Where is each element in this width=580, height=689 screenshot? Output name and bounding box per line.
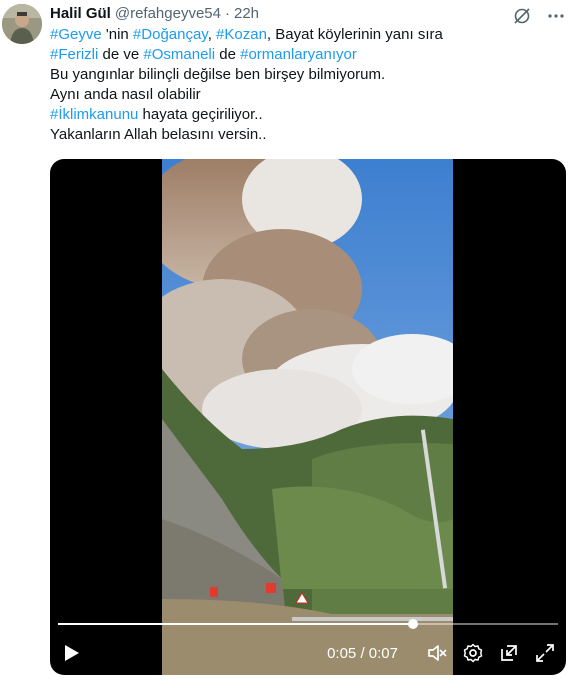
hashtag-link[interactable]: #İklimkanunu	[50, 106, 138, 123]
tweet-line: Yakanların Allah belasını versin..	[50, 125, 565, 145]
current-time: 0:05	[327, 644, 357, 662]
video-timer: 0:05 / 0:07	[327, 645, 398, 662]
tweet-line: Aynı anda nasıl olabilir	[50, 85, 565, 105]
hashtag-link[interactable]: #Kozan	[216, 26, 267, 43]
tweet-text-segment: ,	[207, 26, 217, 43]
hashtag-link[interactable]: #Geyve	[50, 26, 102, 43]
video-player[interactable]: 0:05 / 0:07	[50, 159, 566, 675]
tweet-text-segment: de	[215, 46, 241, 63]
video-progress-bar[interactable]	[58, 619, 558, 629]
hashtag-link[interactable]: #Doğançay	[133, 26, 208, 43]
duration: 0:07	[368, 644, 398, 662]
avatar[interactable]	[2, 4, 42, 44]
hashtag-link[interactable]: #Osmaneli	[143, 46, 215, 63]
tweet-line: Bu yangınlar bilinçli değilse ben birşey…	[50, 65, 565, 85]
pop-out-icon[interactable]	[498, 642, 520, 664]
video-progress-fill	[58, 623, 413, 625]
author-handle[interactable]: @refahgeyve54	[115, 4, 221, 24]
tweet-text-segment: de ve	[98, 46, 144, 63]
tweet-header: Halil Gül @refahgeyve54 · 22h	[50, 4, 259, 24]
video-controls: 0:05 / 0:07	[50, 631, 566, 675]
play-icon[interactable]	[60, 641, 84, 665]
tweet-line: #Ferizli de ve #Osmaneli de #ormanlaryan…	[50, 45, 565, 65]
hashtag-link[interactable]: #Ferizli	[50, 46, 98, 63]
tweet-actions-top	[512, 6, 566, 26]
video-progress-handle[interactable]	[408, 619, 418, 629]
author-name[interactable]: Halil Gül	[50, 4, 111, 24]
settings-icon[interactable]	[462, 642, 484, 664]
tweet-text-segment: 'nin	[101, 26, 133, 43]
post-time[interactable]: 22h	[234, 4, 259, 24]
tweet-line: #İklimkanunu hayata geçiriliyor..	[50, 105, 565, 125]
video-frame[interactable]	[162, 159, 453, 675]
tweet-text-segment: Aynı anda nasıl olabilir	[50, 86, 201, 103]
mute-icon[interactable]	[426, 642, 448, 664]
time-separator: /	[356, 644, 369, 662]
separator-dot: ·	[224, 5, 230, 22]
tweet-text-segment: Yakanların Allah belasını versin..	[50, 126, 267, 143]
tweet-text-segment: hayata geçiriliyor..	[138, 106, 263, 123]
more-icon[interactable]	[546, 6, 566, 26]
tweet-text: #Geyve 'nin #Doğançay, #Kozan, Bayat köy…	[50, 25, 565, 145]
hashtag-link[interactable]: #ormanlaryanıyor	[240, 46, 357, 63]
fullscreen-icon[interactable]	[534, 642, 556, 664]
tweet-text-segment: , Bayat köylerinin yanı sıra	[266, 26, 443, 43]
tweet-line: #Geyve 'nin #Doğançay, #Kozan, Bayat köy…	[50, 25, 565, 45]
tweet-text-segment: Bu yangınlar bilinçli değilse ben birşey…	[50, 66, 386, 83]
tweet[interactable]: Halil Gül @refahgeyve54 · 22h #Geyve 'ni…	[0, 0, 580, 689]
grok-icon[interactable]	[512, 6, 532, 26]
